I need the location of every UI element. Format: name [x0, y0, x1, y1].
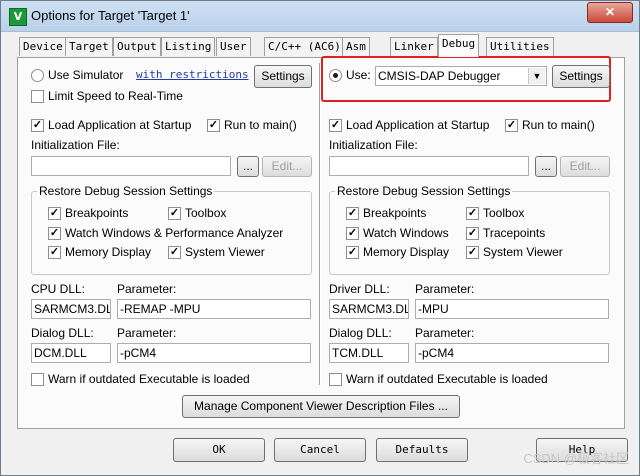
left-dialog-param-input[interactable]: -pCM4 [117, 343, 311, 363]
defaults-button[interactable]: Defaults [376, 438, 468, 462]
right-warn-checkbox[interactable] [329, 373, 342, 386]
debugger-settings-button[interactable]: Settings [552, 65, 610, 88]
right-toolbox-label: Toolbox [483, 206, 525, 220]
right-dialog-dll-input[interactable]: TCM.DLL [329, 343, 409, 363]
tab-user[interactable]: User [216, 37, 251, 56]
use-debugger-radio[interactable] [329, 69, 342, 82]
csdn-watermark: CSDN @极客社区 [523, 451, 629, 466]
use-simulator-radio[interactable] [31, 69, 44, 82]
right-init-file-label: Initialization File: [329, 138, 418, 152]
driver-dll-input[interactable]: SARMCM3.DLL [329, 299, 409, 319]
right-memory-checkbox[interactable]: ✓ [346, 246, 359, 259]
left-dialog-dll-label: Dialog DLL: [31, 326, 94, 340]
right-memory-label: Memory Display [363, 245, 450, 259]
left-toolbox-checkbox[interactable]: ✓ [168, 207, 181, 220]
tab-output[interactable]: Output [113, 37, 161, 56]
driver-dll-label: Driver DLL: [329, 282, 390, 296]
debugger-select[interactable]: CMSIS-DAP Debugger ▼ [375, 66, 547, 86]
left-system-viewer-label: System Viewer [185, 245, 265, 259]
right-dialog-dll-label: Dialog DLL: [329, 326, 392, 340]
cpu-dll-input[interactable]: SARMCM3.DLL [31, 299, 111, 319]
keil-app-icon: V [9, 8, 27, 26]
left-run-to-main-checkbox[interactable]: ✓ [207, 119, 220, 132]
right-breakpoints-checkbox[interactable]: ✓ [346, 207, 359, 220]
manage-component-viewer-button[interactable]: Manage Component Viewer Description File… [182, 395, 460, 418]
left-breakpoints-label: Breakpoints [65, 206, 129, 220]
right-tracepoints-label: Tracepoints [483, 226, 546, 240]
use-debugger-label: Use: [346, 68, 371, 82]
left-warn-checkbox[interactable] [31, 373, 44, 386]
chevron-down-icon[interactable]: ▼ [528, 68, 545, 84]
right-load-app-label: Load Application at Startup [346, 118, 490, 132]
left-breakpoints-checkbox[interactable]: ✓ [48, 207, 61, 220]
right-tracepoints-checkbox[interactable]: ✓ [466, 227, 479, 240]
right-load-app-checkbox[interactable]: ✓ [329, 119, 342, 132]
right-browse-button[interactable]: ... [535, 156, 557, 177]
right-watch-checkbox[interactable]: ✓ [346, 227, 359, 240]
right-run-to-main-label: Run to main() [522, 118, 595, 132]
left-dialog-param-label: Parameter: [117, 326, 177, 340]
right-dialog-param-label: Parameter: [415, 326, 475, 340]
cpu-param-input[interactable]: -REMAP -MPU [117, 299, 311, 319]
tab-debug[interactable]: Debug [438, 34, 480, 57]
tab-device[interactable]: Device [19, 37, 67, 56]
left-watch-checkbox[interactable]: ✓ [48, 227, 61, 240]
limit-speed-checkbox[interactable] [31, 90, 44, 103]
left-restore-group-label: Restore Debug Session Settings [37, 184, 215, 198]
window-title: Options for Target 'Target 1' [31, 8, 190, 23]
left-load-app-label: Load Application at Startup [48, 118, 192, 132]
cpu-param-label: Parameter: [117, 282, 177, 296]
cpu-dll-label: CPU DLL: [31, 282, 86, 296]
left-dialog-dll-input[interactable]: DCM.DLL [31, 343, 111, 363]
panel-divider [319, 63, 321, 385]
right-restore-group-label: Restore Debug Session Settings [335, 184, 513, 198]
tab-cpp[interactable]: C/C++ (AC6) [264, 37, 345, 56]
with-restrictions-link[interactable]: with restrictions [136, 68, 249, 81]
use-simulator-label: Use Simulator [48, 68, 124, 82]
right-run-to-main-checkbox[interactable]: ✓ [505, 119, 518, 132]
left-edit-button[interactable]: Edit... [262, 156, 312, 177]
tab-linker[interactable]: Linker [390, 37, 438, 56]
tab-utilities[interactable]: Utilities [486, 37, 554, 56]
ok-button[interactable]: OK [173, 438, 265, 462]
right-system-viewer-checkbox[interactable]: ✓ [466, 246, 479, 259]
left-warn-label: Warn if outdated Executable is loaded [48, 372, 250, 386]
right-warn-label: Warn if outdated Executable is loaded [346, 372, 548, 386]
left-load-app-checkbox[interactable]: ✓ [31, 119, 44, 132]
close-button[interactable]: ✕ [587, 2, 633, 23]
left-run-to-main-label: Run to main() [224, 118, 297, 132]
left-browse-button[interactable]: ... [237, 156, 259, 177]
limit-speed-label: Limit Speed to Real-Time [48, 89, 183, 103]
right-dialog-param-input[interactable]: -pCM4 [415, 343, 609, 363]
left-init-file-input[interactable] [31, 156, 231, 176]
cancel-button[interactable]: Cancel [274, 438, 366, 462]
right-breakpoints-label: Breakpoints [363, 206, 427, 220]
left-watch-label: Watch Windows & Performance Analyzer [65, 226, 284, 240]
debugger-select-value: CMSIS-DAP Debugger [378, 69, 501, 83]
left-system-viewer-checkbox[interactable]: ✓ [168, 246, 181, 259]
right-system-viewer-label: System Viewer [483, 245, 563, 259]
left-init-file-label: Initialization File: [31, 138, 120, 152]
title-bar: V Options for Target 'Target 1' ✕ [1, 1, 639, 32]
tab-asm[interactable]: Asm [342, 37, 370, 56]
simulator-settings-button[interactable]: Settings [254, 65, 312, 88]
right-watch-label: Watch Windows [363, 226, 449, 240]
left-memory-label: Memory Display [65, 245, 152, 259]
options-dialog: V Options for Target 'Target 1' ✕ Device… [0, 0, 640, 476]
left-memory-checkbox[interactable]: ✓ [48, 246, 61, 259]
tab-target[interactable]: Target [65, 37, 113, 56]
right-init-file-input[interactable] [329, 156, 529, 176]
driver-param-input[interactable]: -MPU [415, 299, 609, 319]
right-toolbox-checkbox[interactable]: ✓ [466, 207, 479, 220]
driver-param-label: Parameter: [415, 282, 475, 296]
tab-listing[interactable]: Listing [161, 37, 216, 56]
right-edit-button[interactable]: Edit... [560, 156, 610, 177]
left-toolbox-label: Toolbox [185, 206, 227, 220]
